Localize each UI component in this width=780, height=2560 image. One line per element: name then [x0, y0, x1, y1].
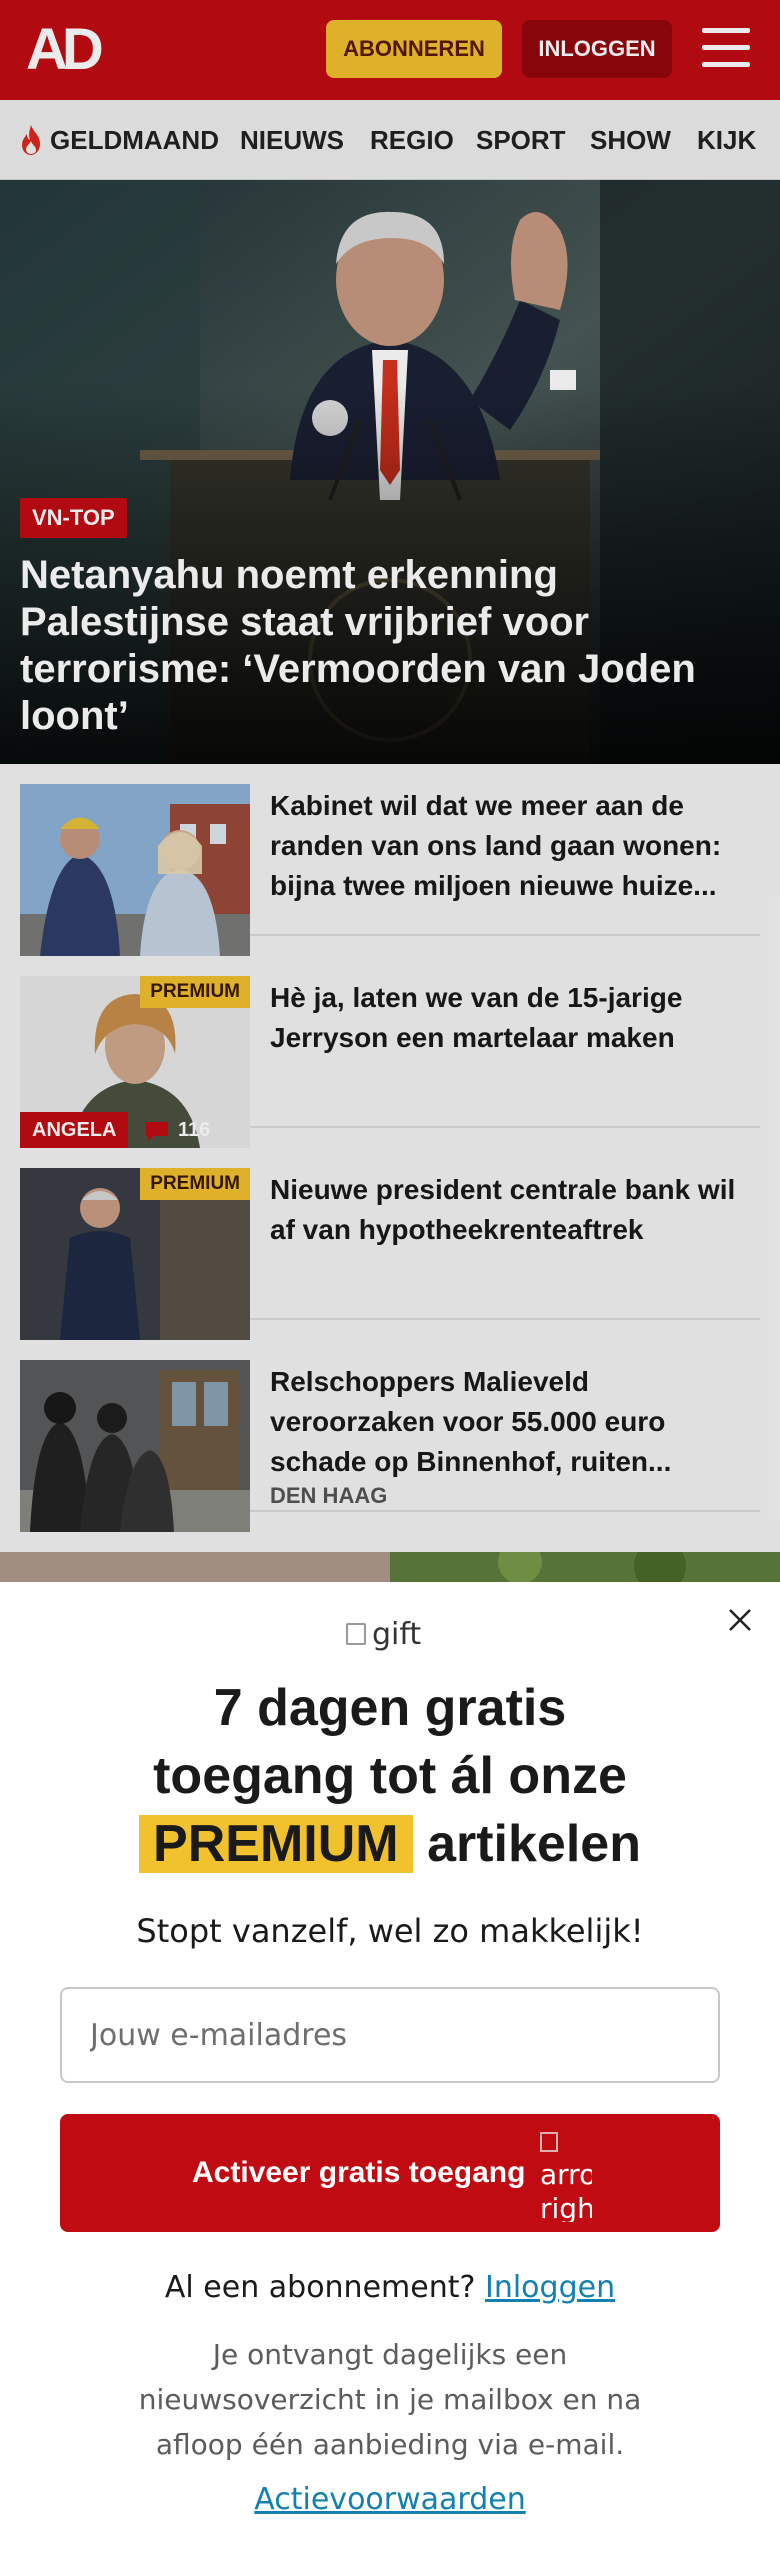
- modal-headline: 7 dagen gratis toegang tot ál onze PREMI…: [0, 1674, 780, 1878]
- modal-backdrop[interactable]: [0, 0, 780, 1582]
- existing-subscription: Al een abonnement? Inloggen: [0, 2270, 780, 2305]
- activate-button-label: Activeer gratis toegang: [192, 2156, 526, 2189]
- headline-text: artikelen: [427, 1815, 641, 1873]
- existing-subscription-text: Al een abonnement?: [164, 2270, 476, 2305]
- modal-subtitle: Stopt vanzelf, wel zo makkelijk!: [136, 1912, 644, 1950]
- email-input[interactable]: [60, 1987, 720, 2083]
- page: AD ABONNEREN INLOGGEN GELDMAAND NIEUWS R…: [0, 0, 780, 2560]
- premium-highlight: PREMIUM: [139, 1815, 413, 1873]
- terms-link[interactable]: Actievoorwaarden: [254, 2482, 525, 2517]
- gift-alt-text: gift: [372, 1616, 422, 1652]
- headline-line: PREMIUM artikelen: [0, 1810, 780, 1878]
- gift-icon: gift: [346, 1612, 436, 1656]
- arrow-alt-text: arrow right: [540, 2158, 592, 2222]
- activate-button[interactable]: Activeer gratis toegang arrow right: [60, 2114, 720, 2232]
- headline-line: toegang tot ál onze: [153, 1747, 627, 1805]
- terms-row: Actievoorwaarden: [0, 2482, 780, 2517]
- close-icon[interactable]: [722, 1602, 758, 1638]
- arrow-right-icon: arrow right: [540, 2124, 592, 2222]
- login-link[interactable]: Inloggen: [485, 2270, 615, 2305]
- premium-trial-modal: gift 7 dagen gratis toegang tot ál onze …: [0, 1582, 780, 2560]
- broken-image-icon: [346, 1623, 366, 1645]
- info-text: Je ontvangt dagelijks een nieuwsoverzich…: [138, 2338, 642, 2461]
- headline-line: 7 dagen gratis: [213, 1679, 567, 1737]
